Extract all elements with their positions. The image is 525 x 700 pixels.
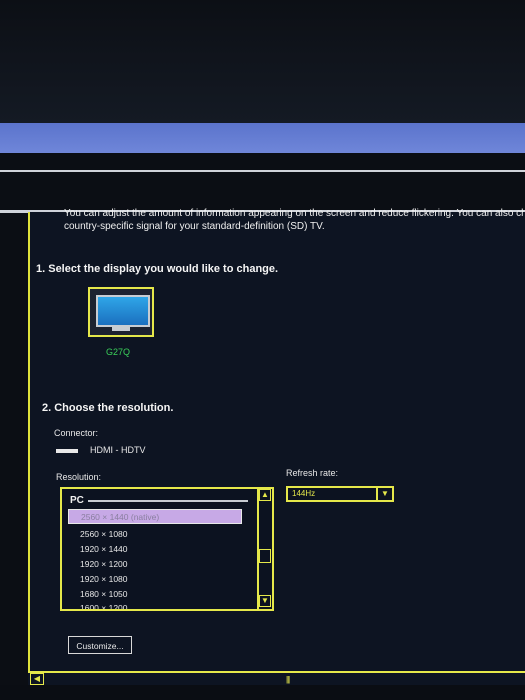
resolution-label: Resolution: xyxy=(56,472,102,482)
refresh-rate-select[interactable]: 144Hz ▼ xyxy=(286,486,394,502)
monitor-bezel xyxy=(0,0,525,125)
resolution-item[interactable]: 1920 × 1200 xyxy=(68,557,242,572)
customize-button[interactable]: Customize... xyxy=(68,636,132,654)
scroll-up-icon[interactable]: ▲ xyxy=(259,489,271,501)
scroll-grip-icon[interactable]: ||| xyxy=(286,675,290,684)
resolution-item[interactable]: 1600 × 1200 xyxy=(68,601,242,609)
chevron-down-icon[interactable]: ▼ xyxy=(376,488,392,500)
group-divider xyxy=(88,500,248,502)
resolution-item[interactable]: 2560 × 1440 (native) xyxy=(68,509,242,524)
step1-heading: 1. Select the display you would like to … xyxy=(36,263,279,275)
monitor-icon xyxy=(96,295,150,327)
refresh-rate-value: 144Hz xyxy=(292,489,316,498)
resolution-item[interactable]: 1920 × 1440 xyxy=(68,542,242,557)
scroll-down-icon[interactable]: ▼ xyxy=(259,595,271,607)
hdmi-connector-icon xyxy=(56,449,78,453)
resolution-item[interactable]: 1680 × 1050 xyxy=(68,587,242,602)
resolution-listbox[interactable]: PC 2560 × 1440 (native) 2560 × 1080 1920… xyxy=(60,487,274,611)
page-description: You can adjust the amount of information… xyxy=(64,207,524,233)
scroll-thumb[interactable] xyxy=(259,549,271,563)
horizontal-scrollbar[interactable]: ◀ ||| xyxy=(28,671,525,685)
resolution-item[interactable]: 1920 × 1080 xyxy=(68,572,242,587)
monitor-stand xyxy=(112,327,130,331)
scroll-left-icon[interactable]: ◀ xyxy=(30,673,44,685)
title-band xyxy=(0,123,525,153)
bottom-bezel xyxy=(0,685,525,700)
connector-label: Connector: xyxy=(54,428,99,438)
refresh-rate-label: Refresh rate: xyxy=(286,468,339,478)
resolution-scrollbar[interactable]: ▲ ▼ xyxy=(257,489,271,609)
header-divider xyxy=(0,170,525,172)
step2-heading: 2. Choose the resolution. xyxy=(42,402,174,414)
description-line-2: country-specific signal for your standar… xyxy=(64,221,325,232)
description-line-1: You can adjust the amount of information… xyxy=(64,208,524,219)
resolution-group-header: PC xyxy=(70,495,84,506)
resolution-item[interactable]: 2560 × 1080 xyxy=(68,527,242,542)
display-select-button[interactable] xyxy=(88,287,154,337)
connector-value: HDMI - HDTV xyxy=(90,445,146,455)
display-label: G27Q xyxy=(106,347,131,357)
